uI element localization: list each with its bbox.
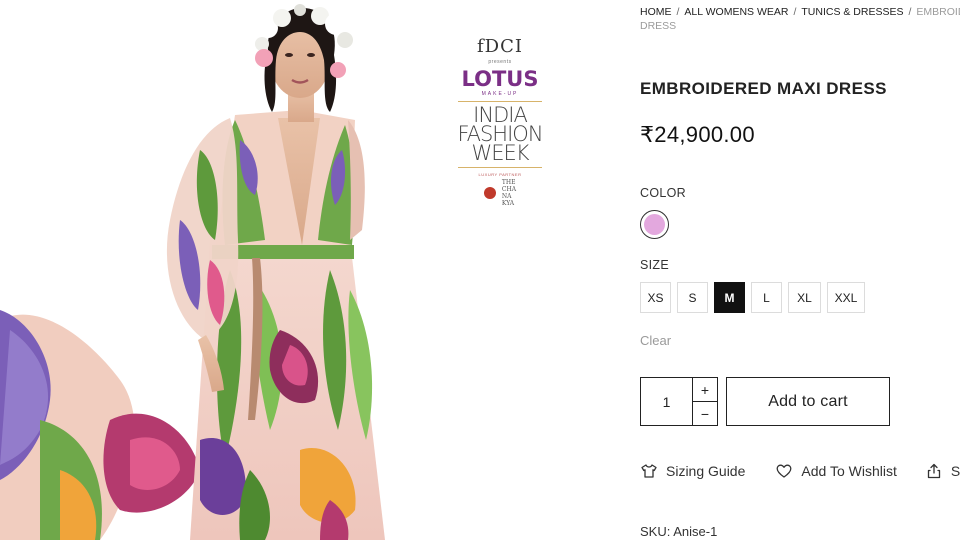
size-option-xxl[interactable]: XXL: [827, 282, 865, 313]
quantity-stepper: 1 + −: [640, 377, 718, 426]
quantity-steps: + −: [693, 378, 717, 425]
fdci-logo: fDCI: [477, 36, 523, 57]
wishlist-label: Add To Wishlist: [801, 463, 897, 479]
share-link[interactable]: S: [925, 462, 960, 480]
quantity-input[interactable]: 1: [641, 378, 693, 425]
breadcrumb-current: EMBROIDERED: [916, 6, 960, 18]
quantity-increase-button[interactable]: +: [693, 378, 717, 402]
size-label: SIZE: [640, 258, 669, 272]
size-option-xl[interactable]: XL: [788, 282, 821, 313]
size-option-m[interactable]: M: [714, 282, 745, 313]
clear-selection-link[interactable]: Clear: [640, 333, 671, 348]
partner-name-line-4: KYA: [501, 200, 515, 207]
quantity-decrease-button[interactable]: −: [693, 402, 717, 425]
partner-caption: LUXURY PARTNER: [478, 172, 522, 177]
logo-presents-text: presents: [488, 59, 512, 65]
product-details: HOME / ALL WOMENS WEAR / TUNICS & DRESSES / EM…: [640, 0, 960, 540]
tshirt-icon: [640, 462, 658, 480]
breadcrumb-home[interactable]: HOME: [640, 6, 672, 18]
logo-divider-2: [458, 167, 542, 168]
product-title: EMBROIDERED MAXI DRESS: [640, 79, 887, 98]
add-to-wishlist-link[interactable]: Add To Wishlist: [775, 462, 897, 480]
logo-divider: [458, 101, 542, 102]
size-option-xs[interactable]: XS: [640, 282, 671, 313]
partner-row: THE CHA NA KYA: [452, 179, 548, 207]
sizing-guide-link[interactable]: Sizing Guide: [640, 462, 745, 480]
share-label: S: [950, 463, 960, 479]
sku-value: Anise-1: [673, 524, 718, 539]
logo-week: WEEK: [471, 141, 529, 165]
breadcrumb: HOME / ALL WOMENS WEAR / TUNICS & DRESSES / EM…: [640, 4, 960, 20]
breadcrumb-tunics-dresses[interactable]: TUNICS & DRESSES: [801, 6, 903, 18]
lotus-subtext: MAKE-UP: [481, 91, 519, 97]
share-icon: [925, 462, 943, 480]
product-actions: Sizing Guide Add To Wishlist S: [640, 460, 960, 482]
size-option-l[interactable]: L: [751, 282, 782, 313]
breadcrumb-all-womens-wear[interactable]: ALL WOMENS WEAR: [684, 6, 788, 18]
color-label: COLOR: [640, 186, 686, 200]
india-fashion-week-logo: fDCI presents LOTUS MAKE-UP INDIA FASHIO…: [452, 34, 548, 214]
add-to-cart-button[interactable]: Add to cart: [726, 377, 890, 426]
sku-line: SKU: Anise-1: [640, 524, 717, 539]
breadcrumb-separator: /: [908, 6, 912, 18]
partner-name: THE CHA NA KYA: [502, 179, 516, 207]
color-swatch-pink[interactable]: [640, 210, 669, 239]
partner-emblem-icon: [483, 187, 496, 199]
breadcrumb-separator: /: [676, 6, 680, 18]
partner-name-line-1: THE: [501, 179, 516, 186]
partner-name-line-2: CHA: [501, 186, 517, 193]
lotus-logo: LOTUS: [461, 67, 539, 91]
breadcrumb-current-continued: DRESS: [640, 20, 677, 32]
breadcrumb-separator: /: [793, 6, 797, 18]
sku-label: SKU:: [640, 524, 671, 539]
size-option-s[interactable]: S: [677, 282, 708, 313]
size-options: XS S M L XL XXL: [640, 282, 865, 313]
heart-icon: [775, 462, 793, 480]
color-swatch-fill: [644, 214, 665, 235]
product-image[interactable]: fDCI presents LOTUS MAKE-UP INDIA FASHIO…: [0, 0, 600, 540]
partner-name-line-3: NA: [501, 193, 512, 200]
sizing-guide-label: Sizing Guide: [666, 463, 746, 479]
product-price: ₹24,900.00: [640, 122, 755, 147]
